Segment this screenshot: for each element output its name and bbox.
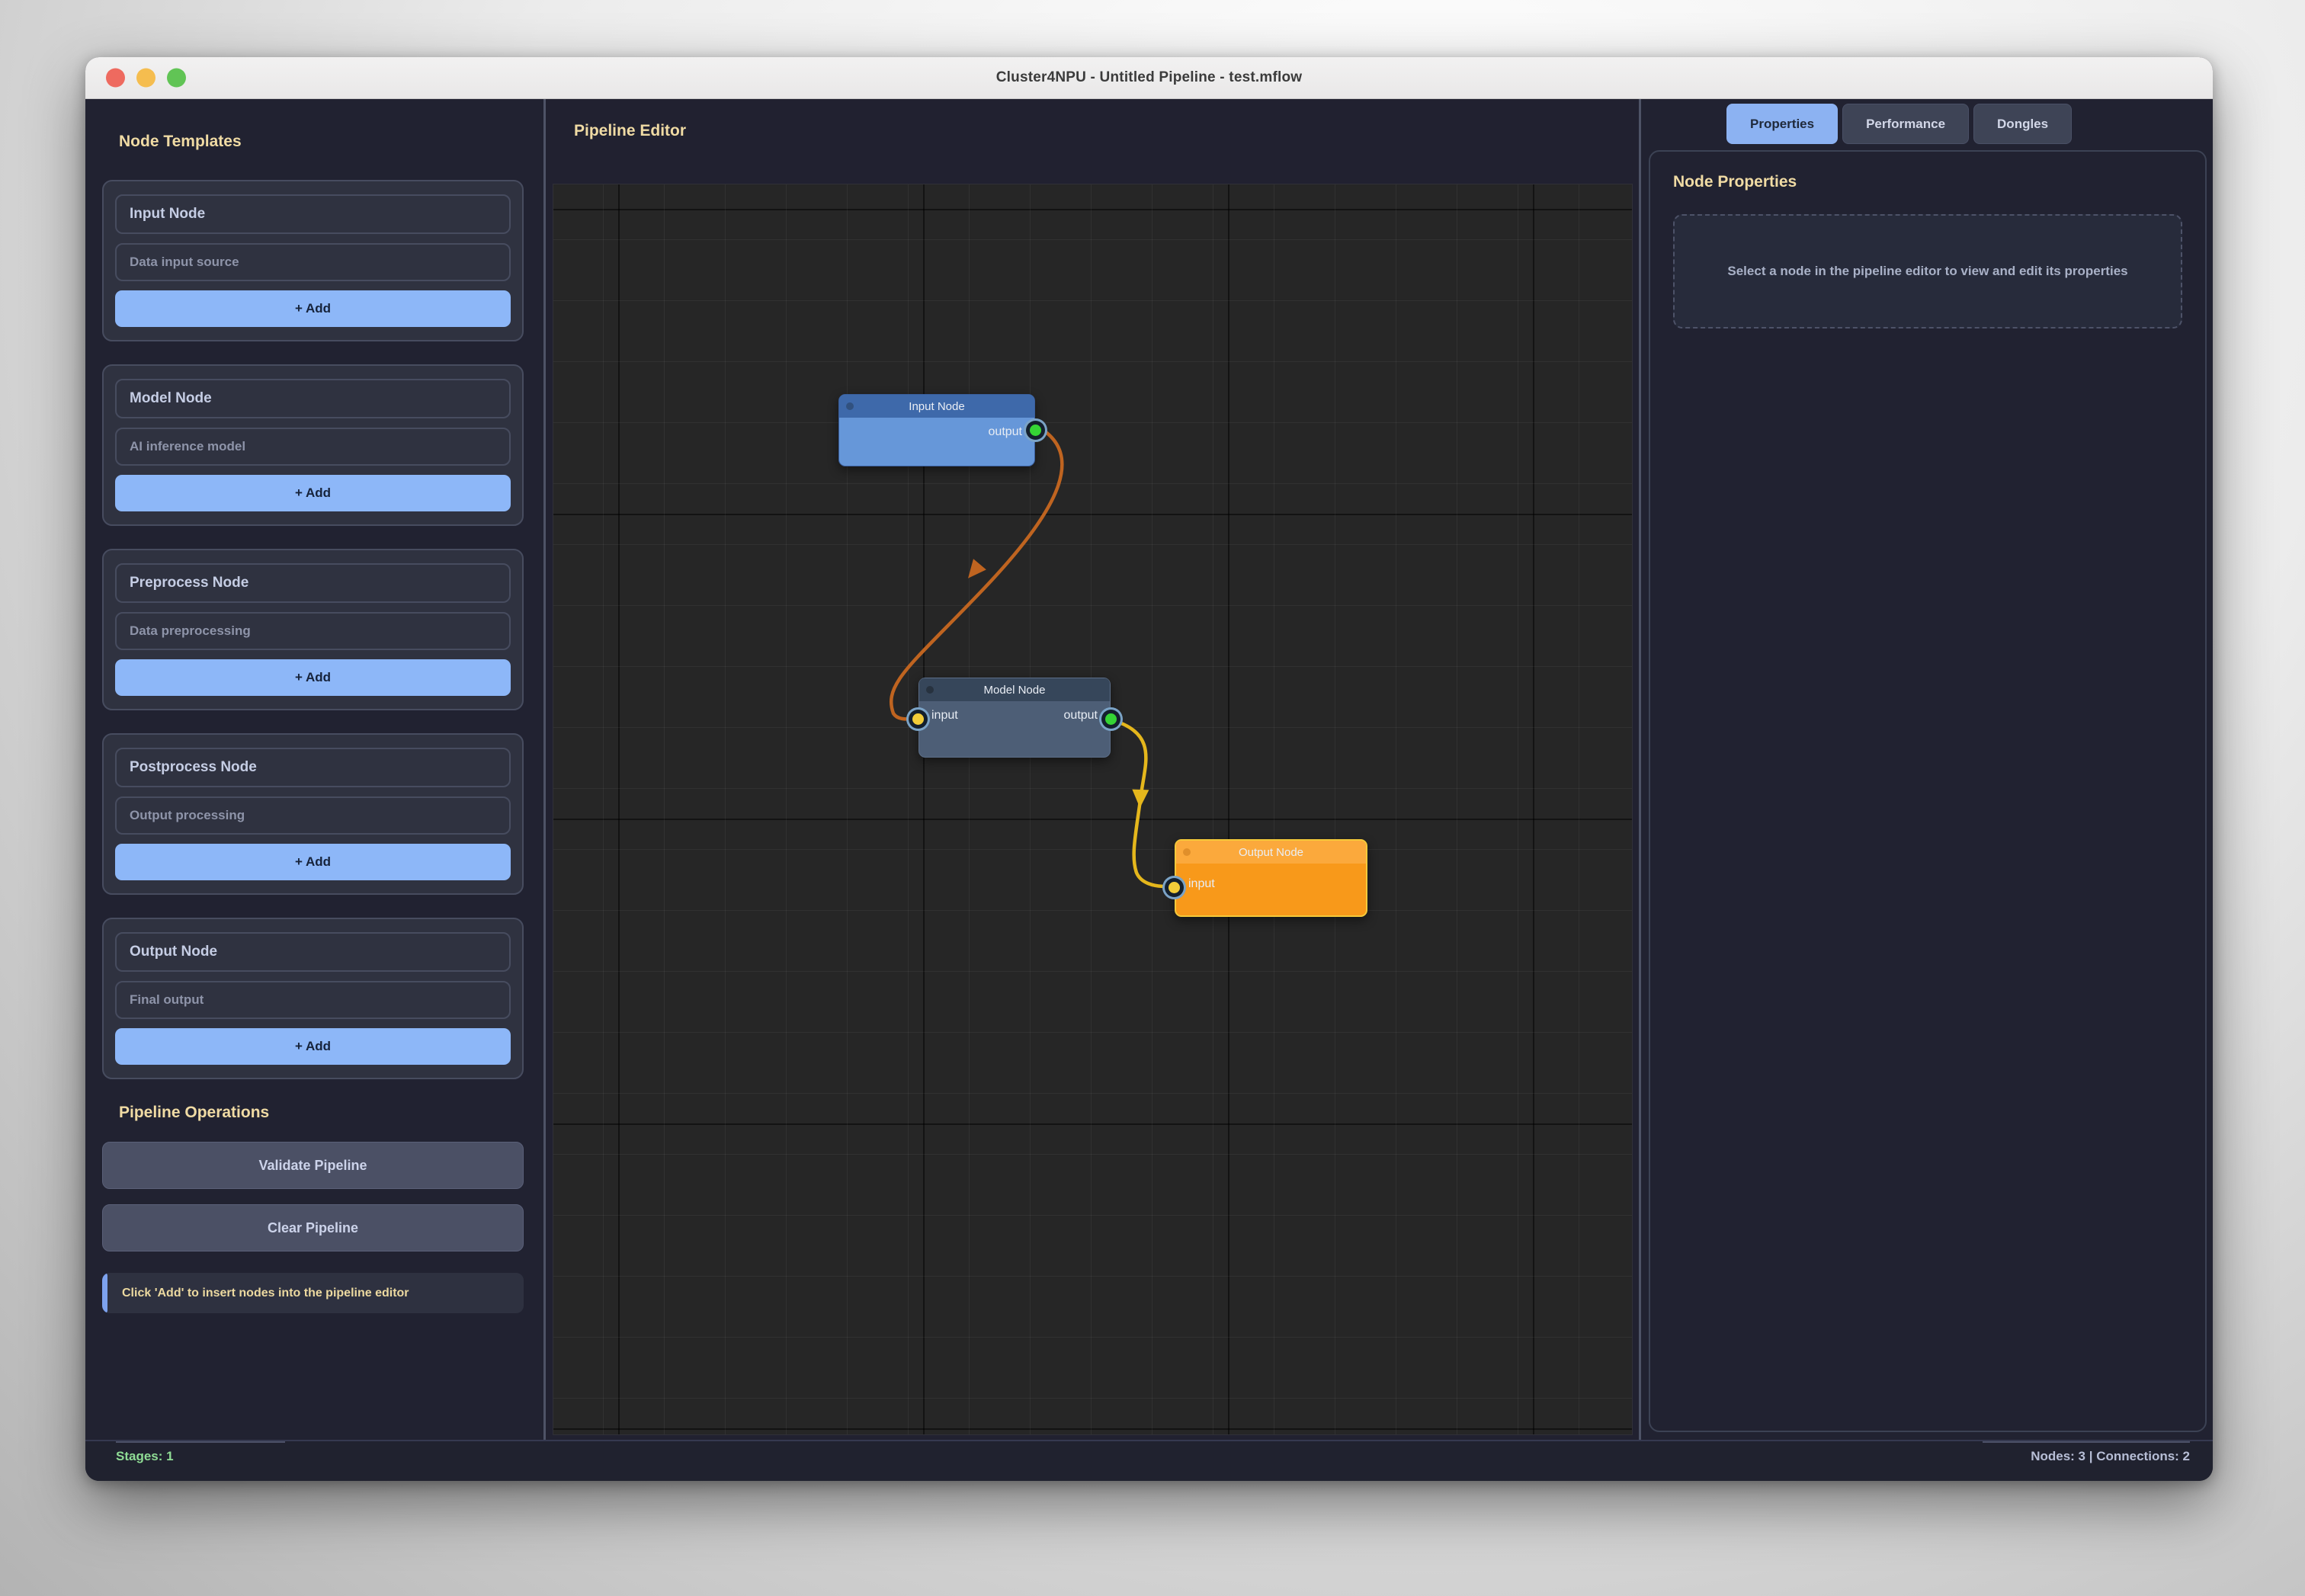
canvas-node-input[interactable]: Input Node output [838, 394, 1035, 466]
output-port[interactable] [1105, 713, 1117, 725]
add-output-node-button[interactable]: + Add [115, 1028, 511, 1065]
pipeline-editor-column: Pipeline Editor Input Node [546, 99, 1639, 1440]
template-title-box: Input Node [115, 194, 511, 234]
validate-pipeline-button[interactable]: Validate Pipeline [102, 1142, 524, 1189]
clear-pipeline-button[interactable]: Clear Pipeline [102, 1204, 524, 1251]
template-title-box: Preprocess Node [115, 563, 511, 603]
template-description: Output processing [130, 808, 245, 823]
nodes-connections-status: Nodes: 3 | Connections: 2 [1983, 1441, 2190, 1481]
tab-properties[interactable]: Properties [1726, 104, 1838, 144]
title-bar: Cluster4NPU - Untitled Pipeline - test.m… [85, 57, 2213, 99]
window-title: Cluster4NPU - Untitled Pipeline - test.m… [996, 69, 1303, 86]
app-window: Cluster4NPU - Untitled Pipeline - test.m… [85, 57, 2213, 1481]
canvas-node-model[interactable]: Model Node input output [918, 678, 1111, 758]
hint-note: Click 'Add' to insert nodes into the pip… [102, 1273, 524, 1313]
tab-performance[interactable]: Performance [1842, 104, 1969, 144]
node-header: Model Node [919, 678, 1110, 701]
node-status-dot [926, 686, 934, 694]
template-card-output: Output Node Final output + Add [102, 918, 524, 1079]
node-status-dot [1183, 848, 1191, 856]
template-description-box: Data input source [115, 243, 511, 281]
output-port[interactable] [1030, 425, 1041, 436]
tab-dongles[interactable]: Dongles [1973, 104, 2072, 144]
template-description: Final output [130, 992, 204, 1008]
node-title: Output Node [1239, 846, 1303, 859]
template-card-preprocess: Preprocess Node Data preprocessing + Add [102, 549, 524, 710]
template-title: Model Node [130, 390, 212, 407]
connection-model-to-output[interactable] [1111, 719, 1165, 886]
template-title-box: Output Node [115, 932, 511, 972]
node-status-dot [846, 402, 854, 410]
output-port-label: output [1064, 709, 1098, 723]
template-card-postprocess: Postprocess Node Output processing + Add [102, 733, 524, 895]
node-header: Input Node [839, 395, 1034, 418]
port-row: output [851, 425, 1022, 439]
close-button[interactable] [106, 69, 125, 88]
template-card-model: Model Node AI inference model + Add [102, 364, 524, 526]
stages-status: Stages: 1 [116, 1441, 285, 1481]
node-title: Model Node [984, 684, 1046, 697]
template-description: AI inference model [130, 439, 245, 454]
minimize-button[interactable] [136, 69, 155, 88]
template-description: Data input source [130, 255, 239, 270]
node-templates-heading: Node Templates [119, 133, 524, 151]
window-controls [106, 69, 186, 88]
node-properties-container: Node Properties Select a node in the pip… [1649, 150, 2207, 1432]
pipeline-canvas[interactable]: Input Node output Model Node input outpu… [553, 184, 1633, 1435]
template-title: Output Node [130, 944, 217, 960]
add-model-node-button[interactable]: + Add [115, 475, 511, 511]
properties-panel: Properties Performance Dongles Node Prop… [1639, 99, 2213, 1440]
port-row: input output [931, 709, 1098, 723]
template-title: Input Node [130, 206, 205, 223]
template-description-box: Data preprocessing [115, 612, 511, 650]
zoom-button[interactable] [167, 69, 186, 88]
add-postprocess-node-button[interactable]: + Add [115, 844, 511, 880]
node-templates-sidebar: Node Templates Input Node Data input sou… [85, 99, 546, 1440]
panel-tabs: Properties Performance Dongles [1726, 104, 2213, 144]
template-title: Postprocess Node [130, 759, 257, 776]
main-area: Node Templates Input Node Data input sou… [85, 99, 2213, 1440]
node-header: Output Node [1176, 841, 1366, 864]
add-input-node-button[interactable]: + Add [115, 290, 511, 327]
hint-text: Click 'Add' to insert nodes into the pip… [122, 1284, 480, 1302]
template-card-input: Input Node Data input source + Add [102, 180, 524, 341]
node-properties-heading: Node Properties [1673, 173, 2182, 191]
template-title-box: Model Node [115, 379, 511, 418]
template-description-box: Output processing [115, 796, 511, 835]
add-preprocess-node-button[interactable]: + Add [115, 659, 511, 696]
node-title: Input Node [909, 400, 964, 413]
canvas-node-output[interactable]: Output Node input [1175, 839, 1367, 917]
template-description-box: Final output [115, 981, 511, 1019]
pipeline-editor-heading: Pipeline Editor [574, 122, 686, 140]
connection-input-to-model[interactable] [891, 425, 1062, 719]
hint-accent-bar [102, 1273, 107, 1313]
input-port[interactable] [1169, 882, 1180, 893]
port-row: input [1188, 877, 1354, 891]
properties-placeholder-box: Select a node in the pipeline editor to … [1673, 214, 2182, 328]
pipeline-operations-heading: Pipeline Operations [119, 1104, 524, 1122]
template-description: Data preprocessing [130, 623, 251, 639]
input-port-label: input [1188, 877, 1215, 891]
template-title-box: Postprocess Node [115, 748, 511, 787]
connections-layer [553, 184, 1632, 1434]
template-title: Preprocess Node [130, 575, 248, 591]
properties-placeholder-text: Select a node in the pipeline editor to … [1727, 261, 2127, 283]
output-port-label: output [989, 425, 1022, 439]
input-port[interactable] [912, 713, 924, 725]
status-bar: Stages: 1 Nodes: 3 | Connections: 2 [85, 1440, 2213, 1481]
template-description-box: AI inference model [115, 428, 511, 466]
input-port-label: input [931, 709, 958, 723]
